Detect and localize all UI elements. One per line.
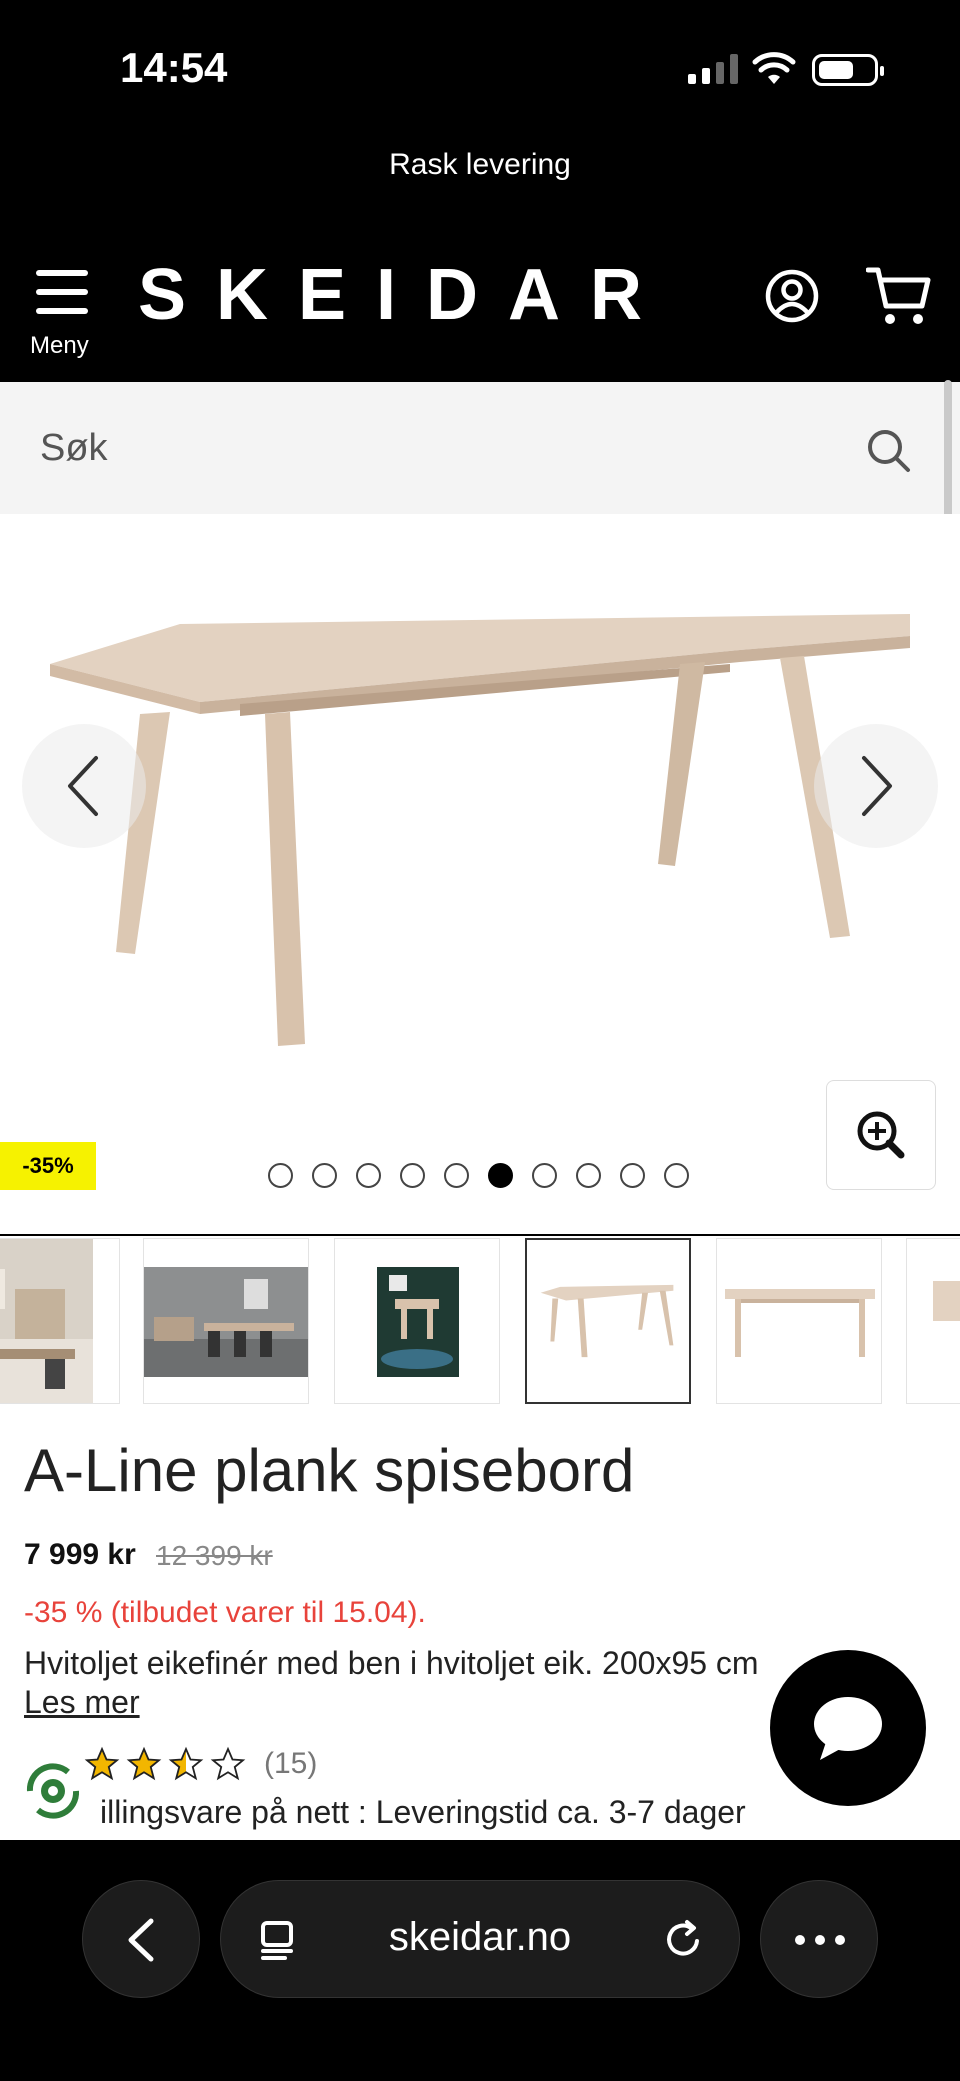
cart-icon[interactable] [866, 266, 932, 326]
star-full-icon [84, 1746, 120, 1781]
gallery-dot-active[interactable] [488, 1163, 513, 1188]
battery-icon [812, 54, 884, 86]
delivery-info: illingsvare på nett : Leveringstid ca. 3… [100, 1794, 746, 1830]
address-bar[interactable]: skeidar.no [220, 1880, 740, 1998]
chat-button[interactable] [770, 1650, 926, 1806]
star-full-icon [126, 1746, 162, 1781]
thumbnail-image [725, 1289, 875, 1357]
gallery-next-button[interactable] [814, 724, 938, 848]
thumbnail[interactable] [716, 1238, 882, 1404]
thumbnail-image [540, 1284, 674, 1358]
zoom-in-icon [857, 1111, 905, 1159]
wifi-icon [752, 52, 796, 84]
status-time: 14:54 [120, 44, 228, 91]
thumbnail-selected[interactable] [525, 1238, 691, 1404]
thumbnail-image [933, 1281, 960, 1321]
promo-banner: Rask levering [0, 130, 960, 200]
thumbnail[interactable] [334, 1238, 500, 1404]
rating[interactable]: (15) [84, 1746, 317, 1782]
search-input[interactable] [40, 416, 840, 480]
product-description: Hvitoljet eikefinér med ben i hvitoljet … [24, 1645, 759, 1681]
gallery-dot[interactable] [356, 1163, 381, 1188]
thumbnail[interactable] [0, 1238, 120, 1404]
gallery-dot[interactable] [312, 1163, 337, 1188]
gallery-dots [268, 1163, 689, 1188]
price-current: 7 999 kr [24, 1538, 136, 1571]
gallery-dot[interactable] [620, 1163, 645, 1188]
star-half-icon [168, 1746, 204, 1781]
product-title: A-Line plank spisebord [24, 1437, 635, 1504]
thumbnail-image [144, 1267, 308, 1377]
gallery-dot[interactable] [268, 1163, 293, 1188]
ellipsis-icon [795, 1935, 845, 1945]
thumbnail-image [377, 1267, 459, 1377]
search-icon[interactable] [866, 428, 912, 474]
thumbnail-image [0, 1239, 93, 1403]
site-logo[interactable]: SKEIDAR [138, 254, 672, 336]
chevron-left-icon [68, 756, 98, 816]
zoom-button[interactable] [826, 1080, 936, 1190]
thumbnail-strip [0, 1236, 960, 1404]
gallery-dot[interactable] [664, 1163, 689, 1188]
signal-icon [688, 54, 738, 84]
hamburger-icon [36, 270, 88, 327]
price-old: 12 399 kr [156, 1540, 273, 1571]
browser-toolbar: skeidar.no [0, 1840, 960, 2081]
status-bar: 14:54 [0, 0, 960, 130]
chat-bubble-icon [814, 1697, 882, 1760]
account-icon[interactable] [764, 268, 820, 324]
reload-icon[interactable] [661, 1917, 707, 1963]
thumbnail[interactable] [143, 1238, 309, 1404]
eco-badge-icon[interactable] [18, 1756, 88, 1826]
search-bar [0, 382, 960, 514]
site-header: Meny SKEIDAR [0, 200, 960, 382]
product-gallery: -35% [0, 514, 960, 1234]
menu-label: Meny [30, 332, 89, 359]
browser-more-button[interactable] [760, 1880, 878, 1998]
offer-text: -35 % (tilbudet varer til 15.04). [24, 1596, 426, 1629]
browser-back-button[interactable] [82, 1880, 200, 1998]
thumbnail[interactable] [906, 1238, 960, 1404]
read-more-link[interactable]: Les mer [24, 1684, 140, 1721]
product-image [50, 614, 910, 1046]
gallery-prev-button[interactable] [22, 724, 146, 848]
star-empty-icon [210, 1746, 246, 1781]
chevron-left-icon [128, 1918, 154, 1962]
chevron-right-icon [862, 756, 892, 816]
rating-count: (15) [264, 1747, 318, 1780]
gallery-dot[interactable] [444, 1163, 469, 1188]
gallery-dot[interactable] [532, 1163, 557, 1188]
gallery-dot[interactable] [400, 1163, 425, 1188]
menu-button[interactable]: Meny [24, 266, 100, 362]
discount-badge: -35% [0, 1142, 96, 1190]
gallery-dot[interactable] [576, 1163, 601, 1188]
